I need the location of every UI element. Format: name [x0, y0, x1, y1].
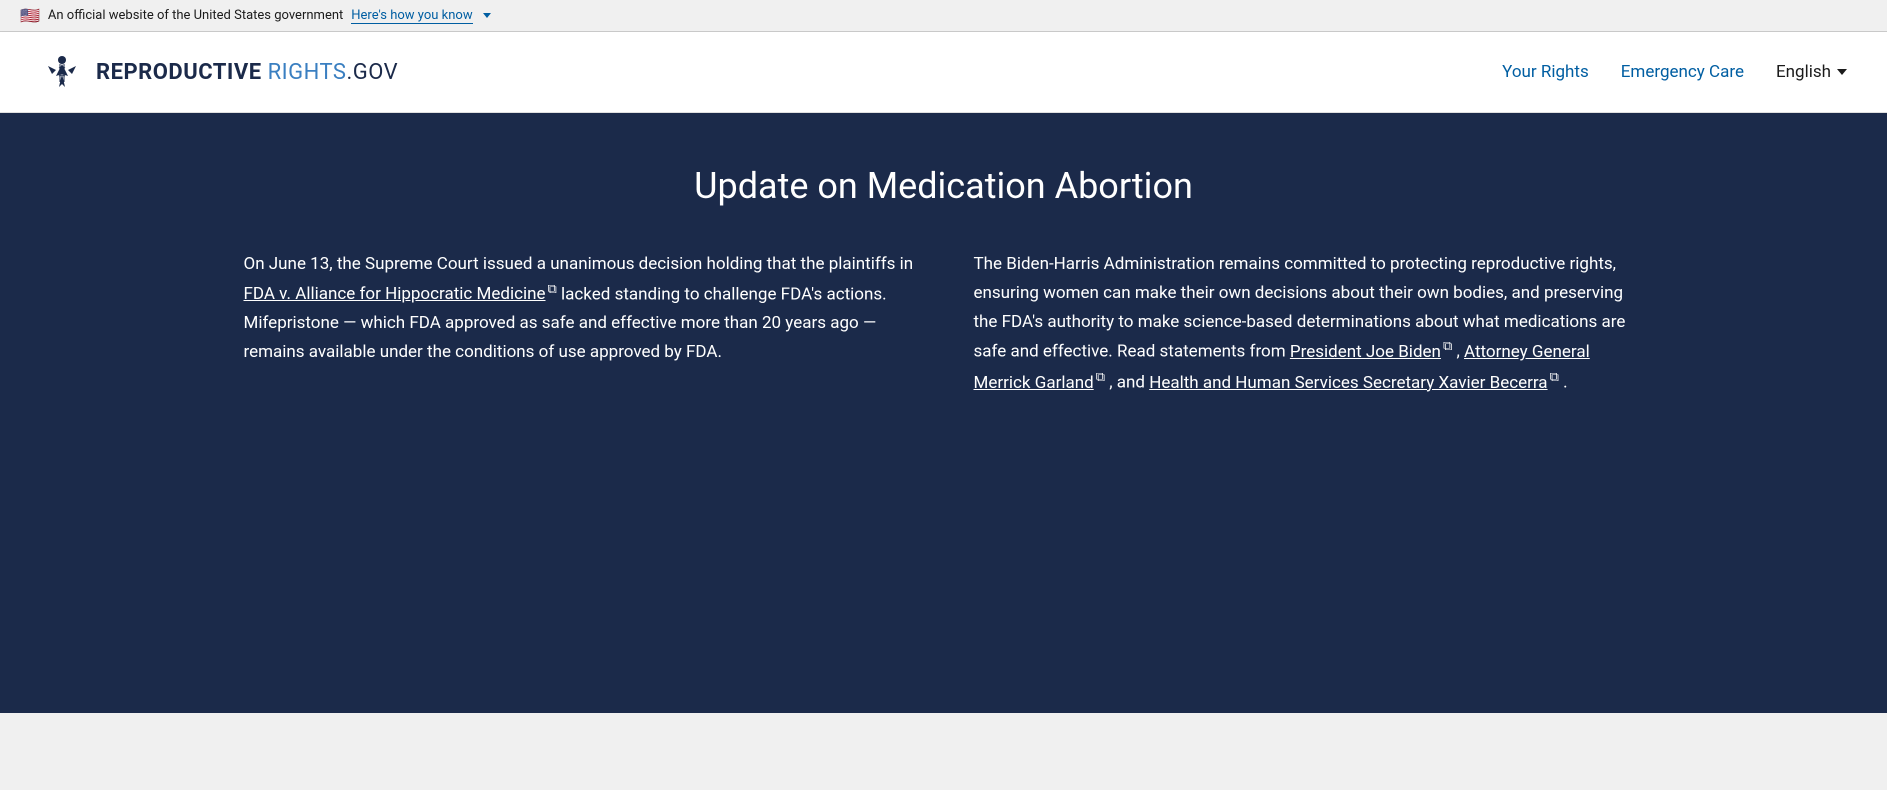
hero-col-right-text: The Biden-Harris Administration remains …: [974, 250, 1644, 398]
col1-text-before-link: On June 13, the Supreme Court issued a u…: [244, 254, 914, 274]
hhs-eagle-icon: [42, 52, 82, 92]
gov-banner-text: An official website of the United States…: [48, 8, 343, 23]
col2-separator1: ,: [1452, 342, 1464, 362]
page-footer: [0, 693, 1887, 713]
gov-banner: 🇺🇸 An official website of the United Sta…: [0, 0, 1887, 32]
hero-col-left: On June 13, the Supreme Court issued a u…: [244, 250, 914, 398]
hero-col-left-text: On June 13, the Supreme Court issued a u…: [244, 250, 914, 367]
external-link-icon-4: ⧉: [1550, 367, 1559, 389]
col2-text-end: .: [1559, 373, 1568, 393]
hero-columns: On June 13, the Supreme Court issued a u…: [244, 250, 1644, 398]
hhs-secretary-link[interactable]: Health and Human Services Secretary Xavi…: [1149, 373, 1559, 393]
how-you-know-link[interactable]: Here's how you know: [351, 8, 472, 24]
logo-icon: [40, 50, 84, 94]
president-biden-link[interactable]: President Joe Biden⧉: [1290, 342, 1452, 362]
president-biden-link-text: President Joe Biden: [1290, 342, 1441, 362]
logo-reproductive: REPRODUCTIVE: [96, 60, 262, 85]
language-selector-button[interactable]: English: [1776, 62, 1847, 82]
hero-section: Update on Medication Abortion On June 13…: [0, 113, 1887, 693]
hhs-secretary-link-text: Health and Human Services Secretary Xavi…: [1149, 373, 1547, 393]
fda-alliance-link-text: FDA v. Alliance for Hippocratic Medicine: [244, 284, 546, 304]
language-label: English: [1776, 62, 1831, 82]
main-nav: Your Rights Emergency Care English: [1502, 62, 1847, 82]
your-rights-link[interactable]: Your Rights: [1502, 62, 1589, 82]
col2-separator2: , and: [1105, 373, 1149, 393]
external-link-icon-3: ⧉: [1096, 367, 1105, 389]
logo-rights: RIGHTS: [262, 60, 347, 85]
site-logo-text: REPRODUCTIVE RIGHTS.GOV: [96, 60, 398, 85]
fda-alliance-link[interactable]: FDA v. Alliance for Hippocratic Medicine…: [244, 284, 557, 304]
logo-area: REPRODUCTIVE RIGHTS.GOV: [40, 50, 398, 94]
language-chevron-icon: [1837, 69, 1847, 75]
logo-gov: .GOV: [347, 60, 399, 85]
flag-icon: 🇺🇸: [20, 6, 40, 25]
site-header: REPRODUCTIVE RIGHTS.GOV Your Rights Emer…: [0, 32, 1887, 113]
external-link-icon: ⧉: [548, 279, 557, 301]
hero-title: Update on Medication Abortion: [80, 163, 1807, 210]
external-link-icon-2: ⧉: [1443, 336, 1452, 358]
hero-col-right: The Biden-Harris Administration remains …: [974, 250, 1644, 398]
emergency-care-link[interactable]: Emergency Care: [1621, 62, 1744, 82]
banner-chevron-icon: [483, 13, 491, 18]
